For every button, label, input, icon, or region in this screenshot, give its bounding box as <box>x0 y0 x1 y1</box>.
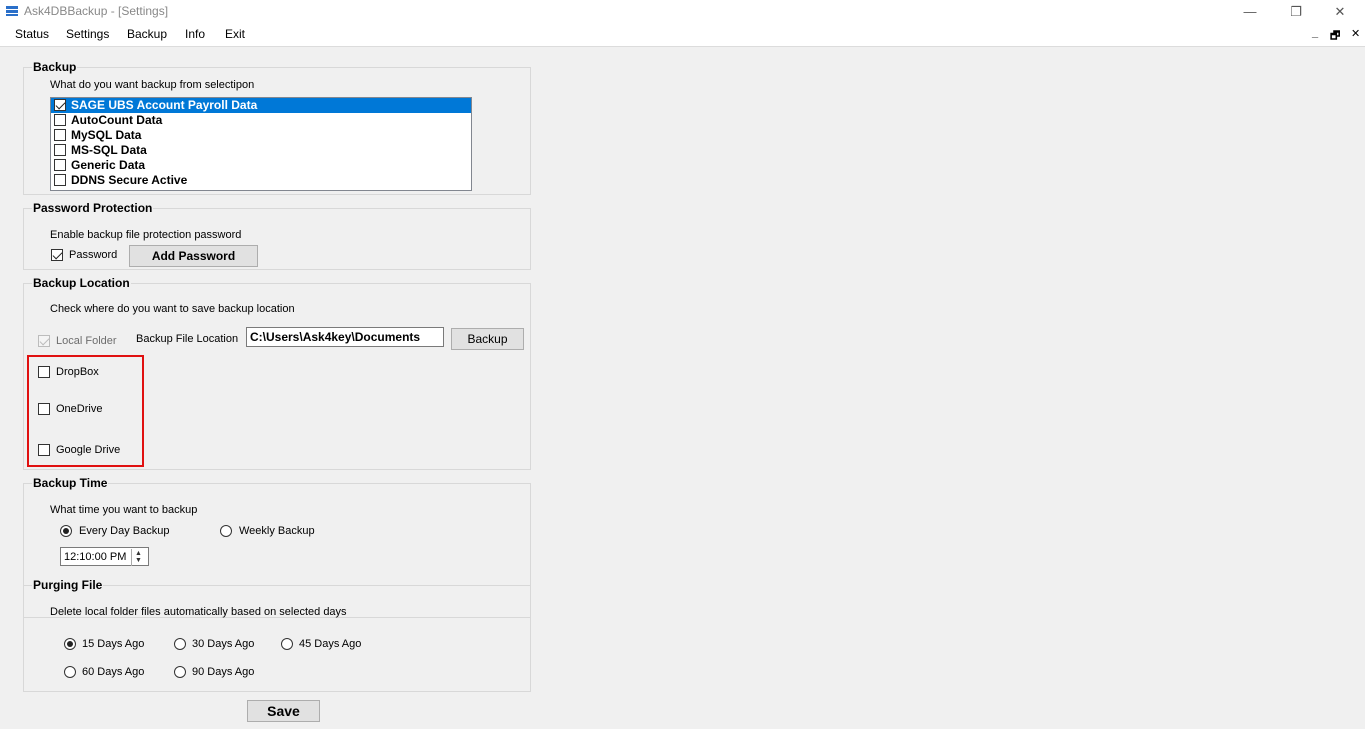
purge-30-label: 30 Days Ago <box>192 638 255 650</box>
settings-panel: Backup What do you want backup from sele… <box>0 48 1365 728</box>
purge-60-radio[interactable] <box>64 666 76 678</box>
backup-group: Backup What do you want backup from sele… <box>23 60 531 195</box>
backup-location-title: Backup Location <box>32 276 131 290</box>
purge-60-label: 60 Days Ago <box>82 666 145 678</box>
file-location-input[interactable] <box>246 327 444 347</box>
spin-up-icon[interactable]: ▲ <box>135 550 142 557</box>
password-checkbox[interactable] <box>51 249 63 261</box>
checkbox[interactable] <box>54 159 66 171</box>
list-item-label: AutoCount Data <box>71 113 163 127</box>
title-bar: Ask4DBBackup - [Settings] — ❐ ✕ <box>0 0 1365 23</box>
password-prompt: Enable backup file protection password <box>50 229 242 241</box>
purging-prompt: Delete local folder files automatically … <box>50 606 347 618</box>
mdi-minimize-button[interactable]: _ <box>1312 27 1318 39</box>
every-day-radio[interactable] <box>60 525 72 537</box>
menu-bar: Status Settings Backup Info Exit _ 🗗 ✕ <box>0 23 1365 47</box>
password-group-title: Password Protection <box>32 201 154 215</box>
password-group: Password Protection Enable backup file p… <box>23 201 531 270</box>
checkbox[interactable] <box>54 174 66 186</box>
mdi-close-button[interactable]: ✕ <box>1351 27 1360 40</box>
backup-location-prompt: Check where do you want to save backup l… <box>50 303 295 315</box>
menu-info[interactable]: Info <box>185 27 205 41</box>
menu-backup[interactable]: Backup <box>127 27 167 41</box>
checkbox[interactable] <box>54 114 66 126</box>
backup-time-prompt: What time you want to backup <box>50 504 198 516</box>
purge-45-radio[interactable] <box>281 638 293 650</box>
password-checkbox-label: Password <box>69 249 118 261</box>
list-item[interactable]: MS-SQL Data <box>51 143 471 158</box>
weekly-radio[interactable] <box>220 525 232 537</box>
list-item[interactable]: AutoCount Data <box>51 113 471 128</box>
list-item-label: SAGE UBS Account Payroll Data <box>71 98 258 112</box>
time-spinner[interactable]: ▲ ▼ <box>131 549 147 566</box>
save-button[interactable]: Save <box>247 700 320 722</box>
list-item[interactable]: SAGE UBS Account Payroll Data <box>51 98 471 113</box>
purging-title: Purging File <box>32 578 104 592</box>
browse-location-button[interactable]: Backup <box>451 328 524 350</box>
file-location-label: Backup File Location <box>136 333 239 345</box>
window-title: Ask4DBBackup - [Settings] <box>24 4 169 18</box>
close-button[interactable]: ✕ <box>1317 0 1363 23</box>
menu-settings[interactable]: Settings <box>66 27 109 41</box>
backup-prompt: What do you want backup from selectipon <box>50 79 255 91</box>
purge-45-label: 45 Days Ago <box>299 638 362 650</box>
weekly-label: Weekly Backup <box>239 525 315 537</box>
menu-status[interactable]: Status <box>15 27 49 41</box>
add-password-button[interactable]: Add Password <box>129 245 258 267</box>
purge-15-radio[interactable] <box>64 638 76 650</box>
local-folder-label: Local Folder <box>56 335 117 347</box>
checkbox[interactable] <box>54 129 66 141</box>
every-day-label: Every Day Backup <box>79 525 170 537</box>
database-icon <box>6 6 18 16</box>
purging-group: Purging File Delete local folder files a… <box>23 578 531 692</box>
minimize-button[interactable]: — <box>1227 0 1273 23</box>
list-item[interactable]: MySQL Data <box>51 128 471 143</box>
cloud-options-highlight <box>27 355 144 467</box>
purge-30-radio[interactable] <box>174 638 186 650</box>
purge-90-radio[interactable] <box>174 666 186 678</box>
mdi-restore-button[interactable]: 🗗 <box>1330 27 1340 46</box>
purge-15-label: 15 Days Ago <box>82 638 145 650</box>
list-item-label: MySQL Data <box>71 128 142 142</box>
restore-button[interactable]: ❐ <box>1273 0 1319 23</box>
checkbox[interactable] <box>54 99 66 111</box>
local-folder-checkbox <box>38 335 50 347</box>
backup-source-list[interactable]: SAGE UBS Account Payroll Data AutoCount … <box>50 97 472 191</box>
spin-down-icon[interactable]: ▼ <box>135 557 142 564</box>
menu-exit[interactable]: Exit <box>225 27 245 41</box>
list-item[interactable]: DDNS Secure Active <box>51 173 471 188</box>
list-item[interactable]: Generic Data <box>51 158 471 173</box>
list-item-label: DDNS Secure Active <box>71 173 188 187</box>
purge-90-label: 90 Days Ago <box>192 666 255 678</box>
backup-time-title: Backup Time <box>32 476 109 490</box>
list-item-label: Generic Data <box>71 158 146 172</box>
checkbox[interactable] <box>54 144 66 156</box>
list-item-label: MS-SQL Data <box>71 143 147 157</box>
backup-group-title: Backup <box>32 60 78 74</box>
